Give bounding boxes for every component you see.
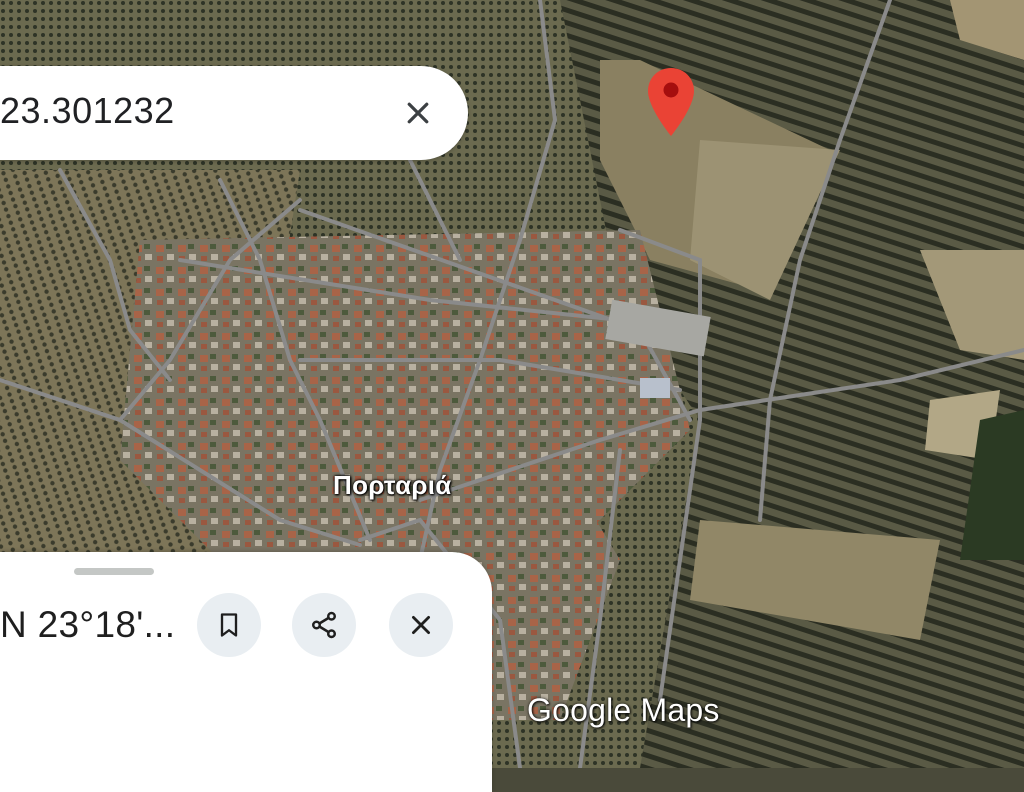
drag-handle[interactable] [74,568,154,575]
save-button[interactable] [197,593,261,657]
coordinates-title: N 23°18'... [0,604,176,645]
google-maps-watermark: Google Maps [527,692,720,728]
clear-search-button[interactable] [398,93,438,133]
close-icon [412,616,430,634]
close-sheet-button[interactable] [389,593,453,657]
bookmark-icon [220,613,238,637]
bottom-sheet[interactable]: N 23°18'... [0,552,492,792]
location-pin-icon[interactable] [646,66,696,138]
share-icon [312,611,336,639]
search-query[interactable]: 23.301232 [0,90,175,132]
place-label[interactable]: Πορταριά [333,470,452,501]
close-icon [407,102,429,124]
share-button[interactable] [292,593,356,657]
search-bar[interactable]: 23.301232 [0,66,468,160]
